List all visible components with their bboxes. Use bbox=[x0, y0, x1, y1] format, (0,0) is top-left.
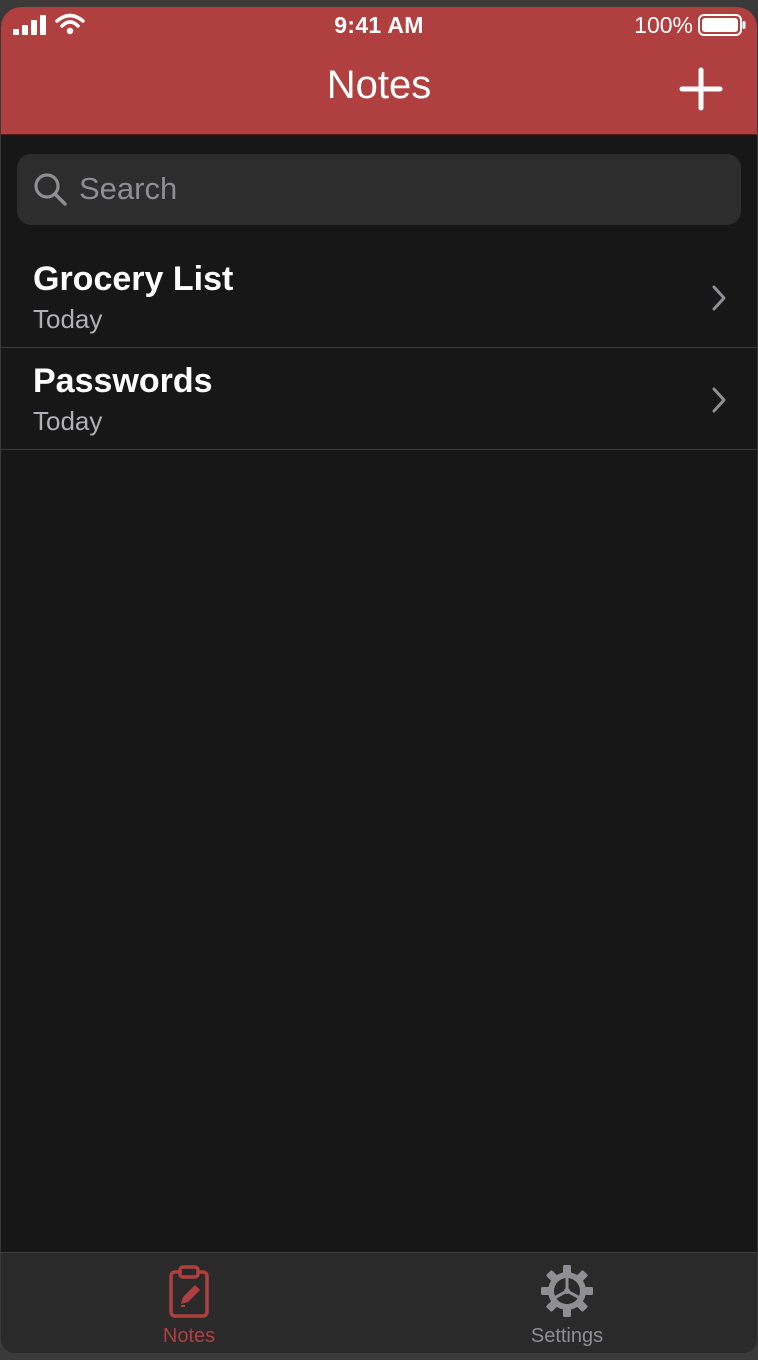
note-row-grocery-list[interactable]: Grocery List Today bbox=[1, 246, 757, 348]
tab-label-settings: Settings bbox=[530, 1325, 604, 1347]
app-screen: 9:41 AM 100% Notes Search Grocery List T… bbox=[1, 7, 757, 1353]
device-frame: 9:41 AM 100% Notes Search Grocery List T… bbox=[0, 0, 758, 1360]
tab-label-notes: Notes bbox=[162, 1325, 216, 1347]
clipboard-edit-icon bbox=[169, 1265, 209, 1318]
gear-icon bbox=[541, 1265, 593, 1317]
note-row-passwords[interactable]: Passwords Today bbox=[1, 348, 757, 450]
chevron-right-icon bbox=[712, 387, 726, 413]
page-title: Notes bbox=[326, 63, 432, 107]
search-icon bbox=[34, 173, 67, 206]
note-date: Today bbox=[33, 304, 103, 334]
note-title: Grocery List bbox=[33, 260, 234, 298]
tab-notes[interactable]: Notes bbox=[89, 1253, 289, 1353]
navigation-header: 9:41 AM 100% Notes bbox=[1, 7, 757, 135]
battery-percentage: 100% bbox=[634, 12, 693, 38]
chevron-right-icon bbox=[712, 285, 726, 311]
tab-settings[interactable]: Settings bbox=[467, 1253, 667, 1353]
status-bar: 9:41 AM 100% bbox=[1, 7, 757, 43]
search-bar[interactable] bbox=[17, 154, 741, 225]
notes-list: Grocery List Today Passwords Today bbox=[1, 246, 757, 450]
add-note-button[interactable] bbox=[679, 67, 723, 111]
battery-icon bbox=[698, 14, 746, 36]
tab-bar: Notes Settings bbox=[1, 1252, 757, 1353]
plus-icon bbox=[679, 67, 723, 111]
note-title: Passwords bbox=[33, 362, 213, 400]
note-date: Today bbox=[33, 406, 103, 436]
search-input[interactable] bbox=[79, 164, 719, 214]
